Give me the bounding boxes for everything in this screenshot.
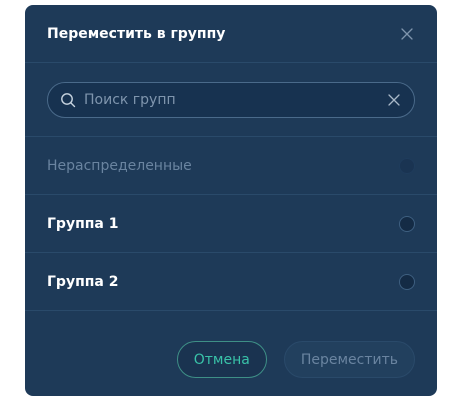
dialog-title: Переместить в группу	[47, 25, 226, 42]
search-input[interactable]	[84, 91, 386, 108]
dialog-footer: Отмена Переместить	[176, 341, 415, 378]
clear-icon	[388, 93, 400, 106]
group-option-1[interactable]: Группа 1	[25, 195, 437, 253]
group-label: Нераспределенные	[47, 157, 192, 174]
search-section	[25, 63, 437, 137]
search-icon	[60, 92, 76, 108]
group-radio[interactable]	[399, 215, 415, 232]
close-icon	[401, 27, 413, 40]
move-to-group-dialog: Переместить в группу Нераспределенн	[25, 5, 437, 396]
group-label: Группа 2	[47, 273, 119, 290]
cancel-button[interactable]: Отмена	[176, 341, 267, 378]
search-box	[47, 81, 415, 118]
group-radio	[399, 157, 415, 174]
dialog-header: Переместить в группу	[25, 5, 437, 63]
clear-search-button[interactable]	[386, 92, 402, 108]
move-button[interactable]: Переместить	[283, 341, 415, 378]
group-label: Группа 1	[47, 215, 119, 232]
group-radio[interactable]	[399, 273, 415, 290]
close-button[interactable]	[399, 26, 415, 42]
group-option-2[interactable]: Группа 2	[25, 253, 437, 311]
group-option-unassigned: Нераспределенные	[25, 137, 437, 195]
